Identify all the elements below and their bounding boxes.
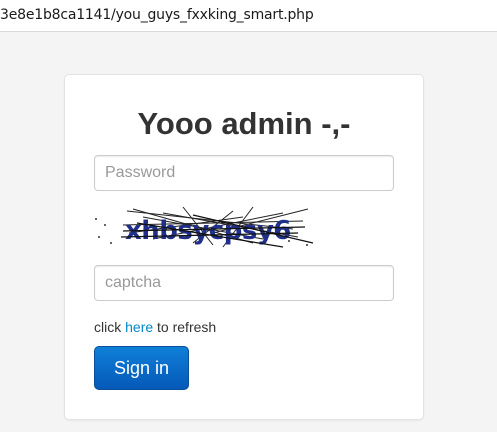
- address-url[interactable]: 3e8e1b8ca1141/you_guys_fxxking_smart.php: [0, 7, 314, 23]
- captcha-input[interactable]: [94, 265, 394, 301]
- refresh-captcha-hint: click here to refresh: [94, 319, 216, 335]
- password-input[interactable]: [94, 155, 394, 191]
- login-card: Yooo admin -,- xhbsycpsy6 captcha click …: [64, 74, 424, 420]
- page-title: Yooo admin -,-: [137, 106, 351, 141]
- address-bar[interactable]: 3e8e1b8ca1141/you_guys_fxxking_smart.php: [0, 0, 497, 32]
- refresh-prefix: click: [94, 319, 126, 335]
- refresh-suffix: to refresh: [153, 319, 217, 335]
- captcha-image: xhbsycpsy6: [95, 206, 314, 248]
- refresh-captcha-link[interactable]: here: [125, 319, 153, 335]
- sign-in-button[interactable]: Sign in: [94, 346, 189, 390]
